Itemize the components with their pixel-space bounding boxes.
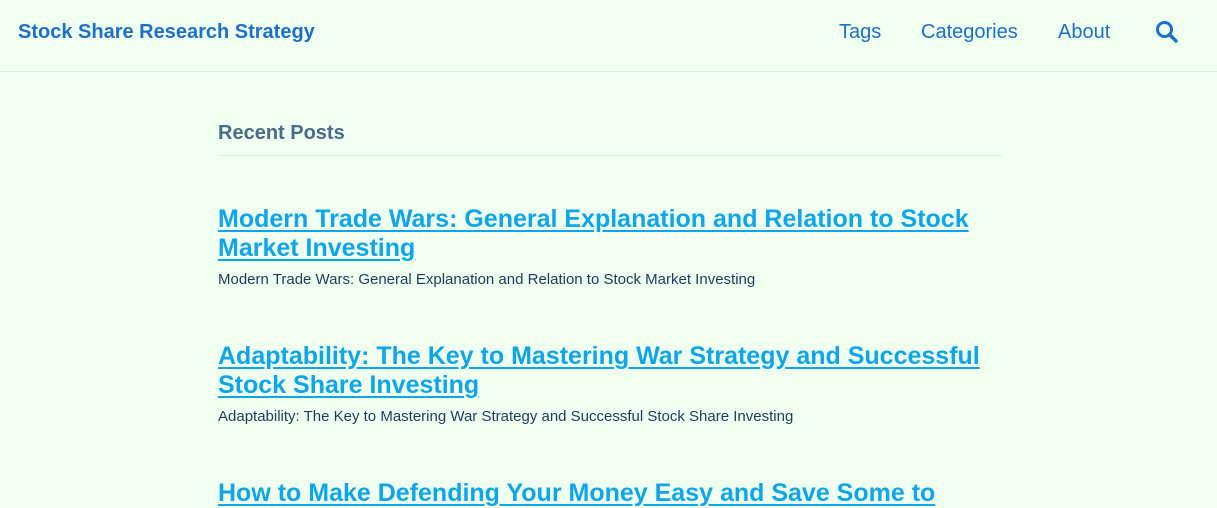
post-summary: Adaptability: The Key to Mastering War S… xyxy=(218,408,794,425)
post-summary: Modern Trade Wars: General Explanation a… xyxy=(218,271,756,288)
site-title-link[interactable]: Stock Share Research Strategy xyxy=(18,20,315,44)
recent-posts-heading: Recent Posts xyxy=(218,122,345,144)
post-item: Adaptability: The Key to Mastering War S… xyxy=(218,342,1002,426)
post-item: How to Make Defending Your Money Easy an… xyxy=(218,479,1002,508)
search-icon xyxy=(1156,21,1178,43)
site-header: Stock Share Research Strategy Tags Categ… xyxy=(0,0,1217,72)
post-title-link[interactable]: Adaptability: The Key to Mastering War S… xyxy=(218,342,1002,400)
post-title-link[interactable]: Modern Trade Wars: General Explanation a… xyxy=(218,205,1002,263)
post-title-link[interactable]: How to Make Defending Your Money Easy an… xyxy=(218,479,1002,508)
heading-divider xyxy=(218,155,1002,156)
nav-link-about[interactable]: About xyxy=(1058,20,1110,44)
nav-link-tags[interactable]: Tags xyxy=(839,20,881,44)
nav-link-categories[interactable]: Categories xyxy=(921,20,1018,44)
post-item: Modern Trade Wars: General Explanation a… xyxy=(218,205,1002,289)
search-button[interactable] xyxy=(1154,19,1180,45)
